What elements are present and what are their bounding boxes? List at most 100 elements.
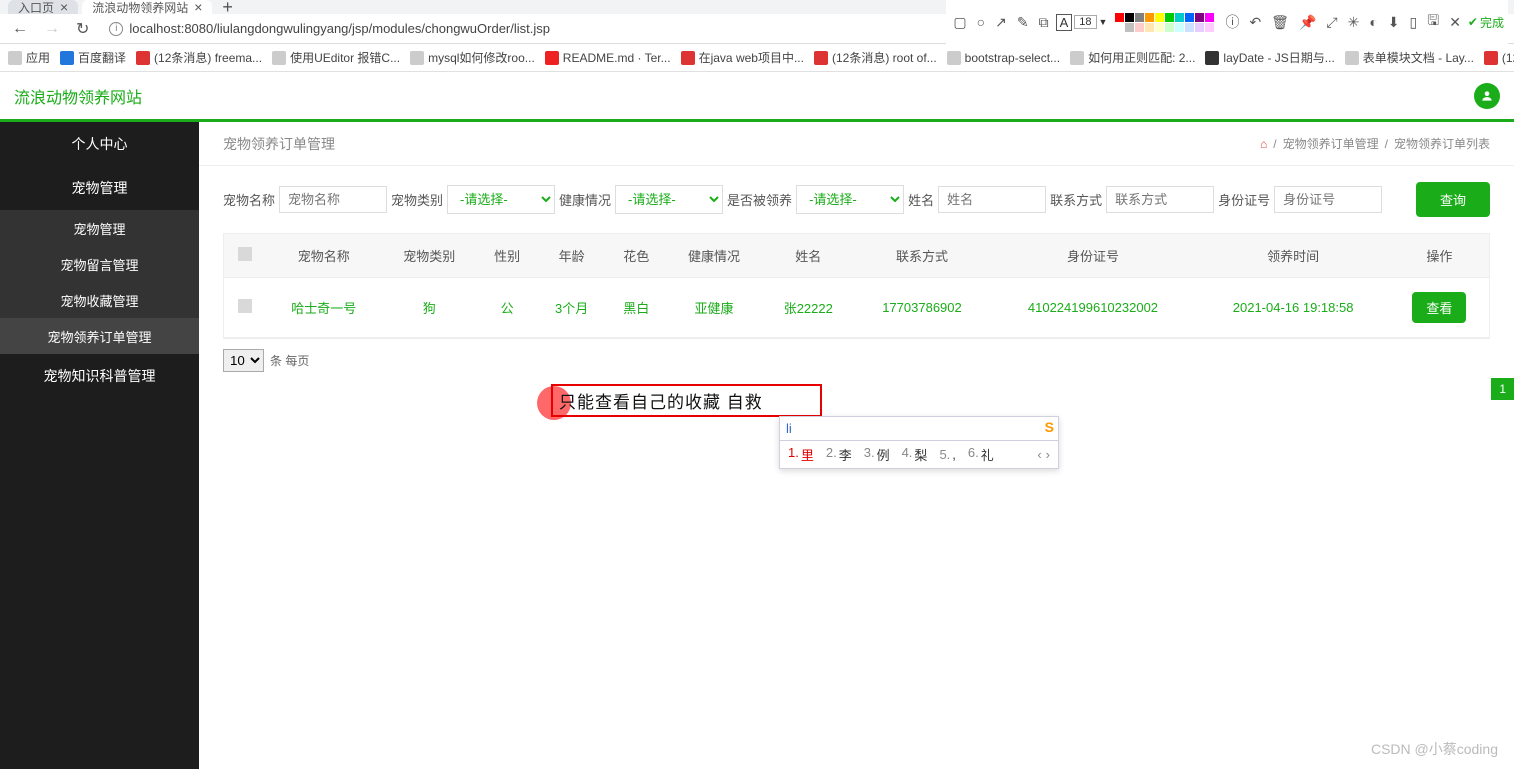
content-area: 宠物领养订单管理 ⌂ / 宠物领养订单管理 / 宠物领养订单列表 宠物名称 宠物… (199, 122, 1514, 769)
color-swatch[interactable] (1155, 23, 1164, 32)
sidebar-item-profile[interactable]: 个人中心 (0, 122, 199, 166)
color-swatch[interactable] (1205, 13, 1214, 22)
close-icon[interactable]: × (194, 0, 202, 15)
copy-icon[interactable]: ⧉ (1036, 14, 1052, 31)
close-ext-icon[interactable]: ✕ (1446, 14, 1464, 31)
adopted-select[interactable]: -请选择- (796, 185, 904, 214)
bookmark-item[interactable]: 在java web项目中... (681, 49, 804, 66)
bookmark-item[interactable]: (12条消息) root of... (814, 49, 937, 66)
sidebar-item-pets[interactable]: 宠物管理 (0, 166, 199, 210)
save-icon[interactable]: 🖫 (1424, 10, 1442, 34)
color-swatch[interactable] (1165, 23, 1174, 32)
ime-candidate[interactable]: 1.里 (788, 445, 814, 464)
download-icon[interactable]: ⬇ (1385, 14, 1403, 31)
pet-name-input[interactable] (279, 186, 387, 213)
back-button[interactable]: ← (8, 18, 32, 40)
forward-button[interactable]: → (40, 18, 64, 40)
color-swatch[interactable] (1145, 23, 1154, 32)
color-swatch[interactable] (1155, 13, 1164, 22)
pet-type-select[interactable]: -请选择- (447, 185, 555, 214)
color-palette[interactable] (1115, 13, 1214, 32)
idcard-input[interactable] (1274, 186, 1382, 213)
ime-candidate-window[interactable]: li S 1.里 2.李 3.例 4.梨 5., 6.礼 ‹› (779, 416, 1059, 469)
contrast-icon[interactable]: ◐ (1366, 14, 1380, 30)
undo-icon[interactable]: ↶ (1246, 14, 1264, 31)
row-checkbox[interactable] (224, 278, 266, 338)
sidebar-sub-pets[interactable]: 宠物管理 (0, 210, 199, 246)
new-tab-button[interactable]: + (216, 0, 239, 18)
avatar[interactable] (1474, 83, 1500, 109)
phone-input[interactable] (1106, 186, 1214, 213)
phone-icon[interactable]: ▯ (1407, 14, 1421, 31)
color-swatch[interactable] (1115, 13, 1124, 22)
pin-icon[interactable]: 📌 (1296, 14, 1319, 31)
page-size-select[interactable]: 10 (223, 349, 264, 372)
user-icon (1480, 89, 1494, 103)
sidebar-sub-messages[interactable]: 宠物留言管理 (0, 246, 199, 282)
color-swatch[interactable] (1195, 13, 1204, 22)
bookmark-item[interactable]: (12条消息) freema... (136, 49, 262, 66)
color-swatch[interactable] (1135, 23, 1144, 32)
sidebar-item-knowledge[interactable]: 宠物知识科普管理 (0, 354, 199, 398)
breadcrumb-link[interactable]: 宠物领养订单列表 (1394, 135, 1490, 152)
chevron-left-icon: ‹ (1037, 447, 1041, 462)
info-icon[interactable]: ⓘ (1222, 12, 1242, 32)
color-swatch[interactable] (1115, 23, 1124, 32)
page-number-badge[interactable]: 1 (1491, 378, 1514, 400)
bookmark-item[interactable]: 如何用正则匹配: 2... (1070, 49, 1195, 66)
color-swatch[interactable] (1125, 13, 1134, 22)
bookmark-item[interactable]: bootstrap-select... (947, 51, 1060, 65)
crosshair-icon[interactable]: ✳ (1345, 14, 1363, 31)
checkbox-header[interactable] (224, 234, 266, 278)
ime-candidate[interactable]: 2.李 (826, 445, 852, 464)
health-select[interactable]: -请选择- (615, 185, 723, 214)
color-swatch[interactable] (1175, 13, 1184, 22)
browser-tab-active[interactable]: 流浪动物领养网站 × (82, 0, 212, 14)
reload-button[interactable]: ↻ (72, 17, 93, 41)
bookmark-item[interactable]: README.md · Ter... (545, 51, 671, 65)
browser-tab[interactable]: 入口页 × (8, 0, 78, 14)
bookmark-item[interactable]: mysql如何修改roo... (410, 49, 535, 66)
color-swatch[interactable] (1175, 23, 1184, 32)
sidebar-sub-favorites[interactable]: 宠物收藏管理 (0, 282, 199, 318)
color-swatch[interactable] (1145, 13, 1154, 22)
filter-label: 健康情况 (559, 190, 611, 209)
color-swatch[interactable] (1195, 23, 1204, 32)
person-name-input[interactable] (938, 186, 1046, 213)
square-icon[interactable]: ▢ (950, 14, 969, 31)
color-swatch[interactable] (1185, 23, 1194, 32)
table-row[interactable]: 哈士奇一号 狗 公 3个月 黑白 亚健康 张22222 17703786902 … (224, 278, 1489, 338)
arrow-icon[interactable]: ↗ (992, 14, 1010, 31)
sidebar-sub-orders[interactable]: 宠物领养订单管理 (0, 318, 199, 354)
color-swatch[interactable] (1165, 13, 1174, 22)
color-swatch[interactable] (1185, 13, 1194, 22)
breadcrumb-link[interactable]: 宠物领养订单管理 (1283, 135, 1379, 152)
ime-candidate[interactable]: 6.礼 (968, 445, 994, 464)
bookmark-item[interactable]: layDate - JS日期与... (1205, 49, 1334, 66)
circle-icon[interactable]: ○ (974, 14, 988, 30)
color-swatch[interactable] (1135, 13, 1144, 22)
done-badge[interactable]: ✔完成 (1468, 14, 1504, 31)
ime-candidate[interactable]: 5., (939, 447, 955, 462)
view-button[interactable]: 查看 (1412, 292, 1466, 323)
bookmark-item[interactable]: 百度翻译 (60, 49, 126, 66)
apps-button[interactable]: 应用 (8, 49, 50, 66)
chevron-down-icon[interactable]: ▼ (1099, 17, 1108, 27)
filter-label: 身份证号 (1218, 190, 1270, 209)
close-icon[interactable]: × (60, 0, 68, 15)
info-icon[interactable]: i (109, 22, 123, 36)
color-swatch[interactable] (1205, 23, 1214, 32)
query-button[interactable]: 查询 (1416, 182, 1490, 217)
ime-candidate[interactable]: 4.梨 (902, 445, 928, 464)
home-icon[interactable]: ⌂ (1260, 137, 1267, 151)
ime-candidate[interactable]: 3.例 (864, 445, 890, 464)
color-swatch[interactable] (1125, 23, 1134, 32)
bookmark-item[interactable]: 表单模块文档 - Lay... (1345, 49, 1474, 66)
font-control[interactable]: A 18 ▼ (1056, 14, 1108, 31)
expand-icon[interactable]: ⤢ (1323, 14, 1340, 31)
ime-nav[interactable]: ‹› (1037, 447, 1050, 462)
trash-icon[interactable]: 🗑 (1268, 14, 1292, 31)
pen-icon[interactable]: ✎ (1014, 14, 1032, 31)
bookmark-item[interactable]: 使用UEditor 报错C... (272, 49, 400, 66)
bookmark-item[interactable]: (12条消息) 关于lay... (1484, 49, 1514, 66)
